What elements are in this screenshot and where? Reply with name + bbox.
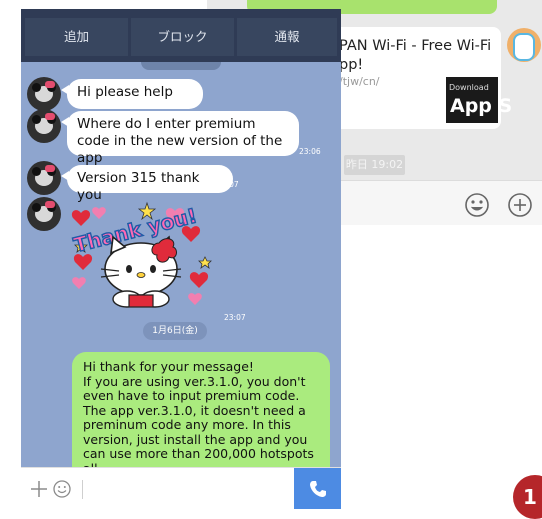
date-divider: 1月6日(金) [143, 322, 207, 340]
sender-avatar [507, 28, 541, 62]
message-timestamp: 昨日 19:02 [344, 155, 405, 175]
app-store-thumbnail: Download App S [446, 77, 512, 123]
thank-you-sticker[interactable]: Thank you! [67, 199, 217, 311]
emoji-icon[interactable] [52, 479, 72, 499]
link-card-url: /tjw/cn/ [339, 75, 380, 88]
avatar[interactable] [27, 109, 61, 143]
message-input[interactable] [89, 474, 293, 506]
message-text: Hi please help [77, 84, 173, 100]
call-button[interactable] [294, 468, 341, 509]
message-time: 23:07 [217, 180, 239, 189]
message-time: 23:06 [299, 147, 321, 156]
reply-message-bubble[interactable]: Hi thank for your message! If you are us… [72, 352, 330, 482]
notification-badge: 1 [513, 475, 542, 519]
message-text: Where do I enter premium code in the new… [77, 116, 283, 166]
emoji-icon[interactable] [463, 191, 491, 219]
avatar-phone-graphic [513, 33, 535, 61]
message-bubble[interactable]: Version 315 thank you [61, 165, 233, 203]
avatar[interactable] [27, 161, 61, 195]
avatar[interactable] [27, 197, 61, 231]
hello-kitty-graphic [100, 235, 182, 308]
plus-icon[interactable] [29, 479, 49, 499]
plus-icon[interactable] [506, 191, 534, 219]
message-bubble[interactable]: Where do I enter premium code in the new… [61, 111, 299, 166]
chat-action-bar: 追加 ブロック 通報 [21, 9, 341, 62]
avatar[interactable] [27, 77, 61, 111]
link-preview-card[interactable]: PAN Wi-Fi - Free Wi-Fi pp! /tjw/cn/ Down… [325, 27, 512, 129]
message-time: 23:05 [167, 96, 189, 105]
link-card-title: PAN Wi-Fi - Free Wi-Fi pp! [339, 38, 492, 73]
add-friend-button[interactable]: 追加 [25, 18, 128, 56]
message-time: 23:07 [224, 313, 246, 322]
phone-icon [310, 481, 326, 497]
input-divider [82, 480, 83, 499]
thumbnail-small-text: Download [449, 83, 489, 92]
scroll-indicator [141, 62, 221, 70]
report-button[interactable]: 通報 [237, 18, 337, 56]
reply-message-text: Hi thank for your message! If you are us… [83, 359, 314, 475]
message-input-bar [21, 467, 341, 509]
thumbnail-big-text: App S [450, 95, 513, 117]
line-chat-screen: 追加 ブロック 通報 Hi please help 23:05 Where do… [21, 9, 341, 509]
block-button[interactable]: ブロック [131, 18, 234, 56]
